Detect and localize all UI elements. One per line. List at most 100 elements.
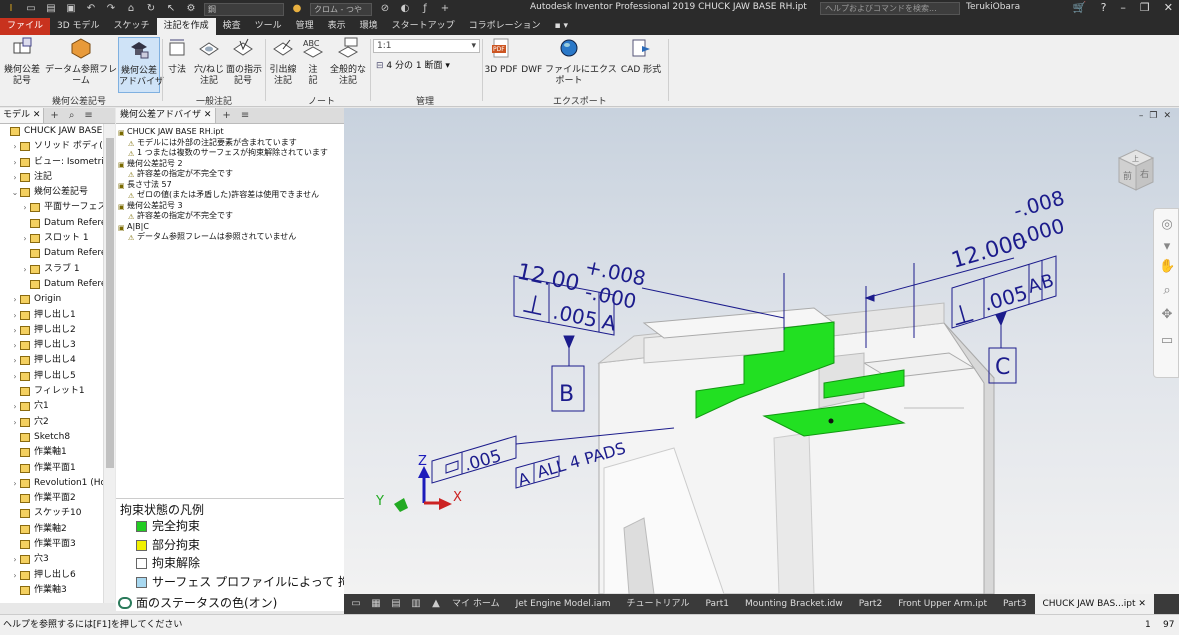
user-name[interactable]: TerukiObara (966, 2, 1020, 12)
chevron-right-icon[interactable]: › (11, 338, 19, 353)
chevron-right-icon[interactable]: › (11, 552, 19, 567)
model-tree-scrollbar[interactable] (103, 124, 115, 603)
face-status-toggle[interactable]: 面のステータスの色(オン) (118, 594, 277, 611)
chevron-right-icon[interactable]: › (11, 476, 19, 491)
tree-item[interactable]: › 押し出し5 (0, 369, 103, 384)
tab-tolerance-advisor[interactable]: 幾何公差アドバイザ ✕ (116, 108, 217, 123)
datum-frame-button[interactable]: データム参照フレーム (44, 37, 118, 87)
tree-item[interactable]: › 穴2 (0, 415, 103, 430)
advisor-item[interactable]: ⚠ データム参照フレームは参照されていません (116, 232, 344, 243)
help-search-input[interactable]: ヘルプおよびコマンドを検索... (820, 2, 960, 15)
steering-wheel-icon[interactable]: ◎ (1159, 217, 1175, 233)
tree-item[interactable]: Sketch8 (0, 430, 103, 445)
tab-environment[interactable]: 環境 (353, 18, 385, 35)
dwf-export-button[interactable]: DWF ファイルにエクスポート (520, 37, 618, 87)
chevron-right-icon[interactable]: › (11, 415, 19, 430)
app-menu-icon[interactable]: I (4, 3, 18, 15)
tab-sketch[interactable]: スケッチ (107, 18, 157, 35)
cart-icon[interactable]: 🛒 (1073, 1, 1087, 14)
maximize-button[interactable]: ❐ (1140, 1, 1150, 14)
tree-item[interactable]: › 押し出し3 (0, 338, 103, 353)
tree-item[interactable]: Datum Reference (0, 246, 103, 261)
doc-tab-front-upper-arm[interactable]: Front Upper Arm.ipt (890, 594, 995, 614)
scale-select[interactable]: 1:1 ▾ (373, 39, 480, 53)
tab-more[interactable]: ▪ ▾ (548, 18, 575, 35)
graphics-viewport[interactable]: – ❐ ✕ 12.00 +.008 -.000 ⊥ .005 A B 12.00… (344, 108, 1179, 594)
tree-item[interactable]: 作業軸2 (0, 522, 103, 537)
tree-item[interactable]: › 押し出し2 (0, 323, 103, 338)
chevron-right-icon[interactable]: › (11, 323, 19, 338)
minimize-button[interactable]: – (1120, 1, 1126, 14)
chevron-right-icon[interactable]: › (11, 308, 19, 323)
add-icon[interactable]: + (222, 110, 230, 121)
menu-icon[interactable]: ≡ (84, 110, 92, 121)
adjust-icon[interactable]: ◐ (398, 3, 412, 15)
tree-item[interactable]: 作業平面2 (0, 491, 103, 506)
tree-item[interactable]: › 穴1 (0, 399, 103, 414)
tab-inspect[interactable]: 検査 (216, 18, 248, 35)
tree-item[interactable]: 作業軸3 (0, 583, 103, 598)
advisor-item[interactable]: ⚠ モデルには外部の注記要素が含まれています (116, 138, 344, 149)
doc-tab-tutorial[interactable]: チュートリアル (619, 594, 698, 614)
chevron-right-icon[interactable]: › (21, 200, 29, 215)
quarter-section-button[interactable]: ⊟ 4 分の 1 断面 ▾ (376, 58, 450, 71)
split-vertical-icon[interactable]: ▥ (408, 598, 424, 610)
chevron-right-icon[interactable]: › (21, 231, 29, 246)
gdt-symbol-button[interactable]: 幾何公差 記号 (2, 37, 42, 87)
close-icon[interactable]: ✕ (1138, 599, 1146, 609)
scroll-up-icon[interactable]: ▲ (428, 598, 444, 610)
advisor-item[interactable]: ⚠ 許容差の指定が不完全です (116, 211, 344, 222)
tab-startup[interactable]: スタートアップ (385, 18, 462, 35)
tree-item[interactable]: 作業平面1 (0, 461, 103, 476)
split-horizontal-icon[interactable]: ▤ (388, 598, 404, 610)
save-icon[interactable]: ▣ (64, 3, 78, 15)
fx-icon[interactable]: ƒ (418, 3, 432, 15)
doc-tab-part1[interactable]: Part1 (697, 594, 737, 614)
plus-icon[interactable]: + (438, 3, 452, 15)
appearance-select[interactable]: クロム - つや (310, 2, 372, 16)
advisor-item[interactable]: ▣ 長さ寸法 57 (116, 180, 344, 191)
chevron-right-icon[interactable]: › (11, 369, 19, 384)
close-button[interactable]: ✕ (1164, 1, 1173, 14)
home-icon[interactable]: ⌂ (124, 3, 138, 15)
surface-texture-button[interactable]: 面の指示 記号 (226, 37, 262, 87)
undo-icon[interactable]: ↶ (84, 3, 98, 15)
look-at-icon[interactable]: ▭ (1159, 333, 1175, 349)
chevron-right-icon[interactable]: › (11, 155, 19, 170)
tab-tools[interactable]: ツール (248, 18, 289, 35)
advisor-item[interactable]: ▣ 幾何公差記号 3 (116, 201, 344, 212)
advisor-item[interactable]: ⚠ 許容差の指定が不完全です (116, 169, 344, 180)
tree-item[interactable]: 作業平面3 (0, 537, 103, 552)
tree-item[interactable]: › 穴3 (0, 552, 103, 567)
model-canvas[interactable]: 12.00 +.008 -.000 ⊥ .005 A B 12.000 -.00… (344, 108, 1179, 594)
select-icon[interactable]: ↖ (164, 3, 178, 15)
new-file-icon[interactable]: ▭ (24, 3, 38, 15)
grid-icon[interactable]: ▦ (368, 598, 384, 610)
chevron-right-icon[interactable]: › (11, 292, 19, 307)
tab-model[interactable]: モデル ✕ (0, 108, 45, 123)
dimension-button[interactable]: 寸法 (164, 37, 190, 76)
tolerance-advisor-button[interactable]: 幾何公差 アドバイザ (118, 37, 164, 93)
advisor-item[interactable]: ▣ 幾何公差記号 2 (116, 159, 344, 170)
zoom-icon[interactable]: ⌕ (1159, 283, 1175, 299)
model-tree[interactable]: CHUCK JAW BASE RH › ソリッド ボディ(1) › ビュー: Isome… (0, 124, 103, 603)
doc-tab-home[interactable]: マイ ホーム (444, 594, 508, 614)
advisor-list[interactable]: ▣ CHUCK JAW BASE RH.ipt ⚠ モデルには外部の注記要素が含まれて… (116, 124, 344, 498)
pdf-export-button[interactable]: PDF 3D PDF (484, 37, 518, 76)
tree-item[interactable]: › ソリッド ボディ(1) (0, 139, 103, 154)
tree-item[interactable]: › 押し出し6 (0, 568, 103, 583)
tab-3d-model[interactable]: 3D モデル (50, 18, 107, 35)
advisor-item[interactable]: ⚠ ゼロの値(または矛盾した)許容差は使用できません (116, 190, 344, 201)
advisor-item[interactable]: ▣ A|B|C (116, 222, 344, 233)
chevron-right-icon[interactable]: › (11, 353, 19, 368)
tree-item[interactable]: › 注記 (0, 170, 103, 185)
tree-item[interactable]: › 押し出し4 (0, 353, 103, 368)
note-button[interactable]: ABC 注 記 (300, 37, 326, 87)
tab-view[interactable]: 表示 (321, 18, 353, 35)
tab-file[interactable]: ファイル (0, 18, 51, 35)
chevron-right-icon[interactable]: › (21, 262, 29, 277)
update-icon[interactable]: ↻ (144, 3, 158, 15)
tree-item[interactable]: › 平面サーフェス 1 (0, 200, 103, 215)
redo-icon[interactable]: ↷ (104, 3, 118, 15)
tree-item[interactable]: › スロット 1 (0, 231, 103, 246)
